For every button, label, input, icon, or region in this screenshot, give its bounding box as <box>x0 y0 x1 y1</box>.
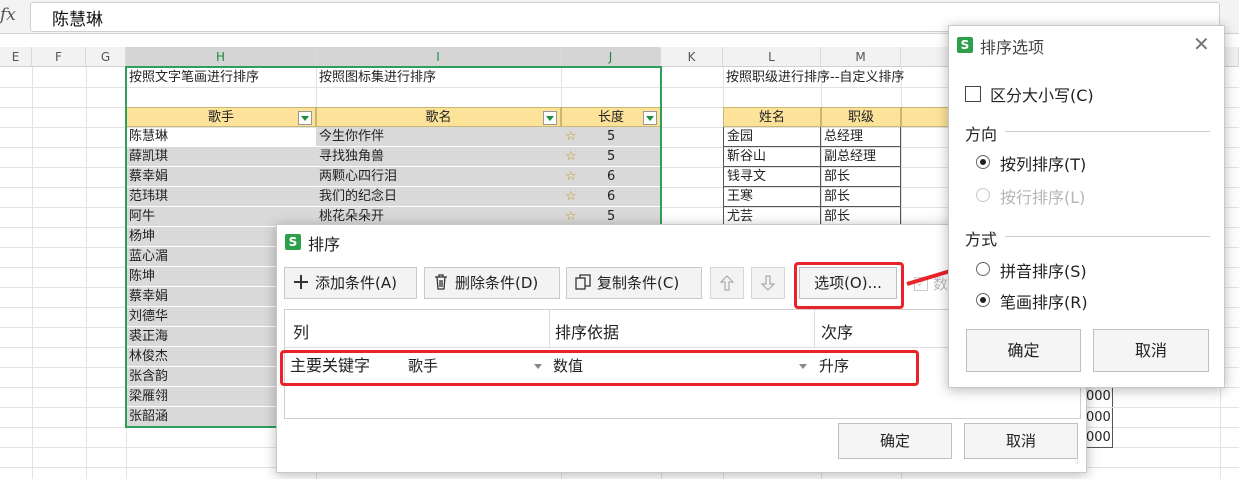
plus-icon <box>294 275 308 289</box>
divider <box>814 310 815 348</box>
star-rating-icon: ☆ <box>565 149 577 164</box>
column-header-m[interactable]: M <box>821 47 901 67</box>
move-down-button[interactable] <box>751 267 785 299</box>
column-header-e[interactable]: E <box>0 47 32 67</box>
copy-icon <box>575 274 591 290</box>
wps-logo-icon: S <box>285 234 301 250</box>
formula-value: 陈慧琳 <box>52 10 103 30</box>
column-header-k[interactable]: K <box>661 47 723 67</box>
options-cancel-button[interactable]: 取消 <box>1093 329 1209 372</box>
cell-value[interactable]: 000 <box>1083 387 1113 407</box>
trash-icon <box>435 274 447 290</box>
col-header-basis: 排序依据 <box>555 323 620 342</box>
song-cell[interactable]: 我们的纪念日 <box>316 187 561 207</box>
options-ok-button[interactable]: 确定 <box>966 329 1081 372</box>
song-cell[interactable]: 今生你作伴 <box>316 127 561 147</box>
singer-cell[interactable]: 蔡幸娟 <box>126 167 316 187</box>
divider <box>1005 236 1210 237</box>
case-sensitive-checkbox[interactable] <box>965 86 981 102</box>
length-cell[interactable]: ☆ 5 <box>561 147 661 167</box>
song-cell[interactable]: 寻找独角兽 <box>316 147 561 167</box>
col-header-column: 列 <box>293 323 310 342</box>
sort-options-dialog: S 排序选项 ✕ 区分大小写(C) 方向 按列排序(T) 按行排序(L) 方式 … <box>948 25 1225 388</box>
grid-line <box>86 67 87 479</box>
star-rating-icon: ☆ <box>565 189 577 204</box>
rank-cell[interactable]: 部长 <box>821 167 901 187</box>
by-row-label: 按行排序(L) <box>1000 188 1086 207</box>
cell-value[interactable]: 000 <box>1083 428 1113 448</box>
length-value: 5 <box>607 129 616 144</box>
column-header-i[interactable]: I <box>316 47 561 67</box>
star-rating-icon: ☆ <box>565 129 577 144</box>
filter-icon[interactable] <box>543 111 557 125</box>
delete-condition-button[interactable]: 删除条件(D) <box>424 267 560 299</box>
column-header-h[interactable]: H <box>126 47 316 67</box>
header-extra[interactable] <box>901 107 951 127</box>
by-column-label: 按列排序(T) <box>1000 155 1087 174</box>
length-cell[interactable]: ☆ 5 <box>561 127 661 147</box>
resize-grip-icon[interactable]: ⁘ <box>1074 459 1084 470</box>
by-column-radio[interactable] <box>976 155 990 169</box>
wps-logo-icon: S <box>957 37 973 53</box>
fx-icon[interactable]: fx <box>0 5 26 27</box>
case-sensitive-label: 区分大小写(C) <box>990 86 1094 105</box>
length-cell[interactable]: ☆ 6 <box>561 167 661 187</box>
options-dialog-title: 排序选项 <box>980 38 1045 57</box>
sort-cancel-button[interactable]: 取消 <box>964 423 1078 459</box>
song-cell[interactable]: 两颗心四行泪 <box>316 167 561 187</box>
length-value: 6 <box>607 189 616 204</box>
name-cell[interactable]: 王寒 <box>723 187 821 207</box>
arrow-up-icon <box>719 275 735 291</box>
method-heading: 方式 <box>965 230 998 249</box>
length-cell[interactable]: ☆ 6 <box>561 187 661 207</box>
direction-heading: 方向 <box>965 125 998 144</box>
pinyin-label: 拼音排序(S) <box>1000 262 1087 281</box>
header-name[interactable]: 姓名 <box>723 107 821 127</box>
header-rank[interactable]: 职级 <box>821 107 901 127</box>
stroke-radio[interactable] <box>976 293 990 307</box>
sheet-title-l[interactable]: 按照职级进行排序--自定义排序 <box>723 68 953 88</box>
rank-cell[interactable]: 部长 <box>821 187 901 207</box>
arrow-down-icon <box>760 275 776 291</box>
sheet-title-i[interactable]: 按照图标集进行排序 <box>316 68 561 88</box>
name-cell[interactable]: 钱寻文 <box>723 167 821 187</box>
move-up-button[interactable] <box>710 267 744 299</box>
column-header-g[interactable]: G <box>86 47 126 67</box>
singer-cell[interactable]: 薛凯琪 <box>126 147 316 167</box>
singer-cell[interactable]: 范玮琪 <box>126 187 316 207</box>
pinyin-radio[interactable] <box>976 262 990 276</box>
header-singer[interactable]: 歌手 <box>126 107 316 127</box>
column-header-l[interactable]: L <box>723 47 821 67</box>
rank-cell[interactable]: 副总经理 <box>821 147 901 167</box>
sort-ok-button[interactable]: 确定 <box>838 423 952 459</box>
column-header-f[interactable]: F <box>32 47 86 67</box>
header-song[interactable]: 歌名 <box>316 107 561 127</box>
star-rating-icon: ☆ <box>565 169 577 184</box>
filter-icon[interactable] <box>298 111 312 125</box>
stroke-label: 笔画排序(R) <box>1000 293 1088 312</box>
name-cell[interactable]: 金园 <box>723 127 821 147</box>
length-value: 6 <box>607 169 616 184</box>
options-highlight <box>794 262 904 309</box>
by-row-radio[interactable] <box>976 188 990 202</box>
cell-value[interactable]: 000 <box>1083 408 1113 428</box>
header-length[interactable]: 长度 <box>561 107 661 127</box>
close-icon[interactable]: ✕ <box>1193 32 1210 56</box>
copy-condition-button[interactable]: 复制条件(C) <box>566 267 702 299</box>
divider <box>549 310 550 348</box>
length-value: 5 <box>607 149 616 164</box>
add-condition-button[interactable]: 添加条件(A) <box>284 267 417 299</box>
sort-dialog-title: 排序 <box>308 235 341 254</box>
name-cell[interactable]: 靳谷山 <box>723 147 821 167</box>
grid-line <box>32 67 33 479</box>
column-header-j[interactable]: J <box>561 47 661 67</box>
divider <box>1005 131 1210 132</box>
rank-cell[interactable]: 总经理 <box>821 127 901 147</box>
filter-icon[interactable] <box>643 111 657 125</box>
singer-cell[interactable]: 陈慧琳 <box>126 127 316 147</box>
sheet-title-h[interactable]: 按照文字笔画进行排序 <box>126 68 316 88</box>
col-header-order: 次序 <box>821 323 854 342</box>
condition-row-highlight <box>280 350 919 386</box>
